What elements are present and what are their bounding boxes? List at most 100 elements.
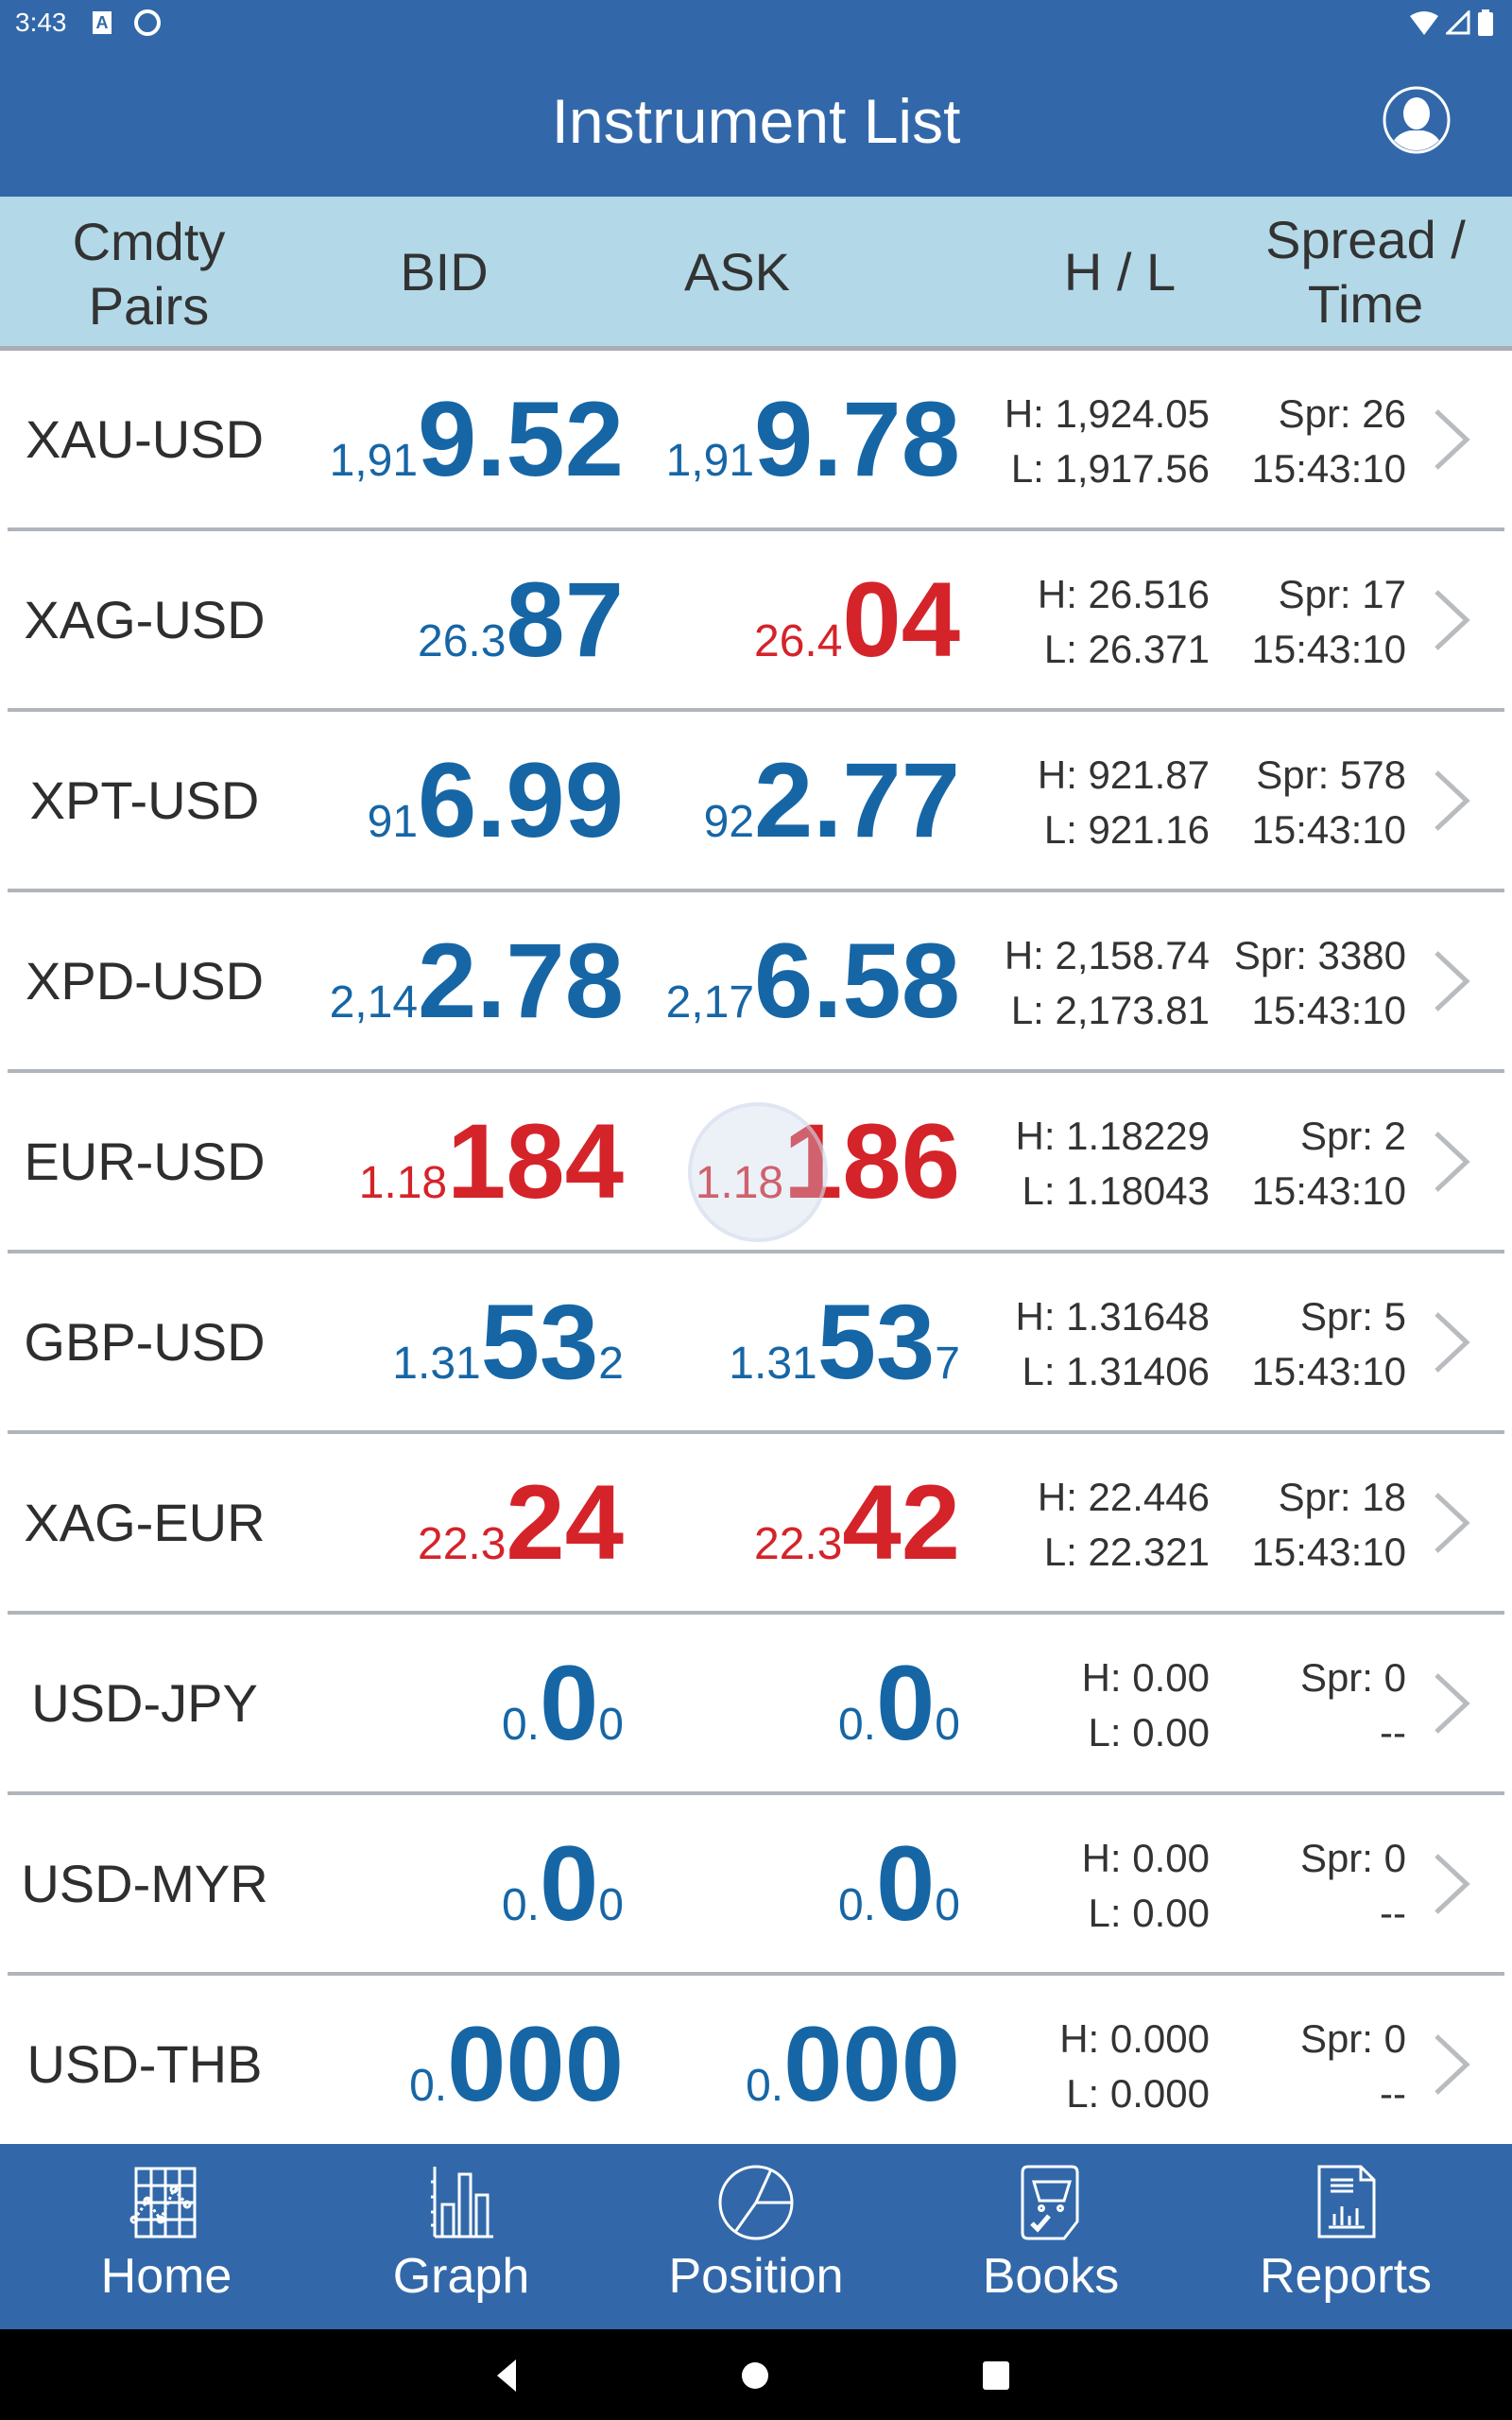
update-time: -- bbox=[1380, 1891, 1406, 1935]
bid-price-suffix: 0 bbox=[598, 1700, 624, 1750]
update-time: 15:43:10 bbox=[1251, 446, 1407, 491]
column-header-ask[interactable]: ASK bbox=[643, 240, 832, 304]
instrument-pair: USD-MYR bbox=[21, 1854, 268, 1913]
instrument-row[interactable]: XAG-EUR 22.3 24 22.3 42 H: 22.446 L: 22.321 Spr… bbox=[8, 1434, 1504, 1615]
bid-price-pips: 6.99 bbox=[418, 741, 624, 859]
ask-price[interactable]: 22.3 42 bbox=[631, 1434, 960, 1611]
ask-price[interactable]: 1,91 9.78 bbox=[631, 351, 960, 527]
instrument-row[interactable]: USD-JPY 0. 0 0 0. 0 0 H: 0.00 L: 0.00 Spr: 0 -- bbox=[8, 1615, 1504, 1795]
update-time: 15:43:10 bbox=[1251, 988, 1407, 1032]
ask-price[interactable]: 0. 0 0 bbox=[631, 1795, 960, 1972]
instrument-row[interactable]: GBP-USD 1.31 53 2 1.31 53 7 H: 1.31648 L: 1.3140… bbox=[8, 1253, 1504, 1434]
bid-price[interactable]: 2,14 2.78 bbox=[291, 892, 624, 1069]
instrument-row[interactable]: USD-MYR 0. 0 0 0. 0 0 H: 0.00 L: 0.00 Spr: 0 -- bbox=[8, 1795, 1504, 1976]
text-badge-icon: A bbox=[93, 11, 112, 34]
update-time: 15:43:10 bbox=[1251, 1349, 1407, 1393]
spread-value: Spr: 0 bbox=[1299, 1836, 1406, 1880]
instrument-row[interactable]: XAG-USD 26.3 87 26.4 04 H: 26.516 L: 26.371 Spr… bbox=[8, 531, 1504, 712]
chevron-right-icon[interactable] bbox=[1431, 1491, 1472, 1555]
instrument-row[interactable]: XPD-USD 2,14 2.78 2,17 6.58 H: 2,158.74 L: 2,1… bbox=[8, 892, 1504, 1073]
bid-price-prefix: 0. bbox=[501, 1700, 540, 1750]
bid-price-prefix: 0. bbox=[409, 2061, 448, 2111]
bid-price[interactable]: 0. 0 0 bbox=[291, 1795, 624, 1972]
column-header-hl[interactable]: H / L bbox=[1021, 240, 1219, 304]
spread-time: Spr: 3380 15:43:10 bbox=[1208, 928, 1406, 1038]
instrument-pair: XAG-USD bbox=[24, 590, 266, 649]
nav-books-label: Books bbox=[982, 2249, 1120, 2304]
bid-price[interactable]: 0. 000 bbox=[291, 1976, 624, 2152]
high-low: H: 2,158.74 L: 2,173.81 bbox=[962, 928, 1210, 1038]
app-bar: Instrument List bbox=[0, 49, 1512, 197]
bid-price[interactable]: 26.3 87 bbox=[291, 531, 624, 708]
bid-price[interactable]: 1.31 53 2 bbox=[291, 1253, 624, 1430]
nav-position-label: Position bbox=[668, 2249, 844, 2304]
spread-value: Spr: 578 bbox=[1256, 752, 1406, 797]
user-profile-icon[interactable] bbox=[1382, 85, 1452, 155]
instrument-row[interactable]: XPT-USD 91 6.99 92 2.77 H: 921.87 L: 921.16 Spr… bbox=[8, 712, 1504, 892]
bid-price-prefix: 0. bbox=[501, 1880, 540, 1930]
home-icon[interactable] bbox=[741, 2361, 769, 2390]
bid-price-pips: 53 bbox=[480, 1283, 599, 1401]
ask-price-pips: 000 bbox=[783, 2005, 960, 2123]
spread-value: Spr: 18 bbox=[1278, 1475, 1406, 1519]
chevron-right-icon[interactable] bbox=[1431, 1852, 1472, 1916]
bid-price[interactable]: 91 6.99 bbox=[291, 712, 624, 889]
bid-price[interactable]: 22.3 24 bbox=[291, 1434, 624, 1611]
spread-time: Spr: 2 15:43:10 bbox=[1208, 1109, 1407, 1219]
app-logo-watermark bbox=[688, 1102, 828, 1242]
ask-price-pips: 0 bbox=[876, 1824, 936, 1943]
nav-position[interactable]: Position bbox=[605, 2144, 907, 2329]
low-value: L: 0.000 bbox=[1066, 2071, 1210, 2116]
bid-price-prefix: 2,14 bbox=[329, 977, 419, 1028]
low-value: L: 921.16 bbox=[1043, 807, 1210, 852]
ask-price[interactable]: 2,17 6.58 bbox=[631, 892, 960, 1069]
high-value: H: 921.87 bbox=[1037, 752, 1210, 797]
ask-price[interactable]: 0. 000 bbox=[631, 1976, 960, 2152]
status-time: 3:43 bbox=[15, 8, 67, 37]
high-low: H: 1.31648 L: 1.31406 bbox=[962, 1289, 1211, 1399]
spread-time: Spr: 5 15:43:10 bbox=[1208, 1289, 1407, 1399]
update-time: 15:43:10 bbox=[1251, 627, 1407, 671]
nav-graph-label: Graph bbox=[392, 2249, 530, 2304]
nav-home[interactable]: Home bbox=[15, 2144, 318, 2329]
spread-value: Spr: 0 bbox=[1299, 2016, 1406, 2061]
back-icon[interactable] bbox=[497, 2360, 518, 2392]
nav-graph[interactable]: Graph bbox=[310, 2144, 612, 2329]
column-header-pairs[interactable]: Cmdty Pairs bbox=[28, 210, 269, 338]
ask-price-pips: 53 bbox=[816, 1283, 936, 1401]
high-low: H: 26.516 L: 26.371 bbox=[962, 567, 1210, 677]
recents-icon[interactable] bbox=[983, 2361, 1009, 2390]
spread-value: Spr: 3380 bbox=[1233, 933, 1406, 977]
bid-price[interactable]: 1,91 9.52 bbox=[291, 351, 624, 527]
instrument-row[interactable]: XAU-USD 1,91 9.52 1,91 9.78 H: 1,924.05 L: 1,9… bbox=[8, 351, 1504, 531]
nav-reports-label: Reports bbox=[1259, 2249, 1433, 2304]
instrument-pair: USD-JPY bbox=[31, 1673, 258, 1733]
ask-price[interactable]: 0. 0 0 bbox=[631, 1615, 960, 1791]
chevron-right-icon[interactable] bbox=[1431, 1671, 1472, 1736]
ask-price[interactable]: 1.31 53 7 bbox=[631, 1253, 960, 1430]
chevron-right-icon[interactable] bbox=[1431, 1310, 1472, 1374]
chevron-right-icon[interactable] bbox=[1431, 1130, 1472, 1194]
ask-price-prefix: 1.31 bbox=[729, 1339, 817, 1389]
chevron-right-icon[interactable] bbox=[1431, 949, 1472, 1013]
nav-reports[interactable]: Reports bbox=[1194, 2144, 1497, 2329]
bid-price[interactable]: 1.18 184 bbox=[291, 1073, 624, 1250]
ask-price[interactable]: 92 2.77 bbox=[631, 712, 960, 889]
nav-books[interactable]: Books bbox=[900, 2144, 1202, 2329]
chevron-right-icon[interactable] bbox=[1431, 588, 1472, 652]
chevron-right-icon[interactable] bbox=[1431, 769, 1472, 833]
high-low: H: 0.00 L: 0.00 bbox=[962, 1651, 1210, 1760]
low-value: L: 0.00 bbox=[1088, 1891, 1210, 1935]
ask-price-prefix: 0. bbox=[837, 1880, 876, 1930]
chevron-right-icon[interactable] bbox=[1431, 2032, 1472, 2097]
spread-value: Spr: 26 bbox=[1278, 391, 1406, 436]
spread-time: Spr: 578 15:43:10 bbox=[1208, 748, 1407, 857]
ask-price[interactable]: 26.4 04 bbox=[631, 531, 960, 708]
bid-price[interactable]: 0. 0 0 bbox=[291, 1615, 624, 1791]
instrument-row[interactable]: USD-THB 0. 000 0. 000 H: 0.000 L: 0.000 Spr: 0-… bbox=[8, 1976, 1504, 2156]
column-header-bid[interactable]: BID bbox=[350, 240, 539, 304]
column-header-spread-time[interactable]: Spread / Time bbox=[1238, 208, 1493, 337]
spread-time: Spr: 0 -- bbox=[1208, 1831, 1406, 1941]
chevron-right-icon[interactable] bbox=[1431, 407, 1472, 472]
instrument-list[interactable]: XAU-USD 1,91 9.52 1,91 9.78 H: 1,924.05 L: 1,9… bbox=[0, 351, 1512, 2156]
